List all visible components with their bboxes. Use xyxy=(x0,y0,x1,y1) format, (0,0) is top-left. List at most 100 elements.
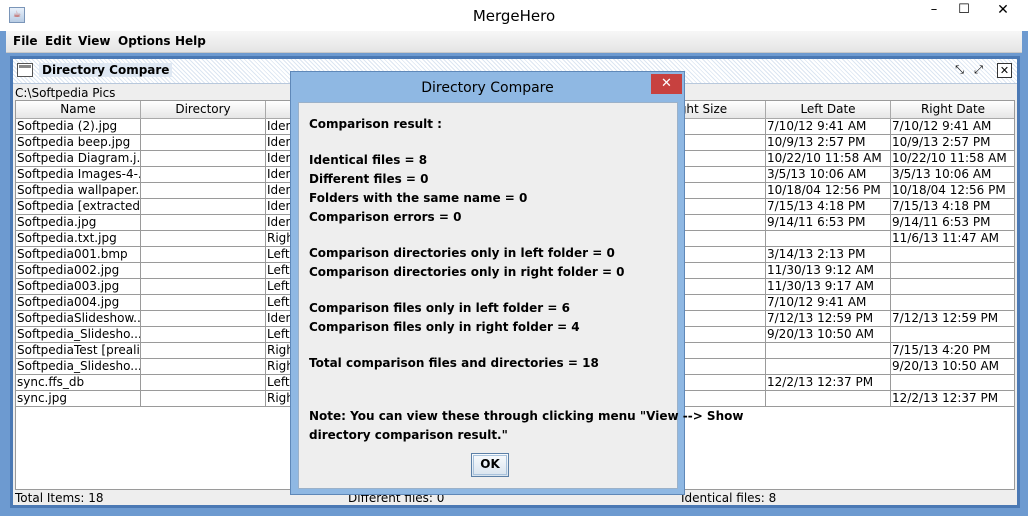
dialog-content: Comparison result : Identical files = 8 … xyxy=(298,102,743,489)
cell-right-date xyxy=(891,327,1014,343)
cell-directory xyxy=(141,295,266,311)
cell-name: Softpedia002.jpg xyxy=(16,263,141,279)
dialog-close-button[interactable]: ✕ xyxy=(651,74,682,94)
cell-name: Softpedia [extracted].... xyxy=(16,199,141,215)
cell-left-date: 11/30/13 9:17 AM xyxy=(766,279,891,295)
result-dirs-left: Comparison directories only in left fold… xyxy=(309,246,615,260)
result-dirs-right: Comparison directories only in right fol… xyxy=(309,265,625,279)
menu-edit[interactable]: Edit xyxy=(45,34,72,48)
cell-left-date: 3/14/13 2:13 PM xyxy=(766,247,891,263)
cell-name: sync.ffs_db xyxy=(16,375,141,391)
cell-directory xyxy=(141,263,266,279)
cell-right-date: 10/9/13 2:57 PM xyxy=(891,135,1014,151)
cell-left-date xyxy=(766,359,891,375)
cell-right-date: 3/5/13 10:06 AM xyxy=(891,167,1014,183)
cell-name: Softpedia (2).jpg xyxy=(16,119,141,135)
cell-name: Softpedia_Slidesho... xyxy=(16,359,141,375)
cell-name: sync.jpg xyxy=(16,391,141,407)
cell-left-date xyxy=(766,231,891,247)
col-header-right-date[interactable]: Right Date xyxy=(891,101,1014,119)
cell-left-date: 12/2/13 12:37 PM xyxy=(766,375,891,391)
cell-right-date: 9/20/13 10:50 AM xyxy=(891,359,1014,375)
col-header-left-date[interactable]: Left Date xyxy=(766,101,891,119)
cell-name: Softpedia003.jpg xyxy=(16,279,141,295)
result-heading: Comparison result : xyxy=(309,117,442,131)
ok-button[interactable]: OK xyxy=(471,453,509,477)
cell-right-date: 10/22/10 11:58 AM xyxy=(891,151,1014,167)
cell-left-date xyxy=(766,391,891,407)
cell-right-date xyxy=(891,263,1014,279)
result-files-left: Comparison files only in left folder = 6 xyxy=(309,301,570,315)
cell-left-date: 10/22/10 11:58 AM xyxy=(766,151,891,167)
frame-maximize-icon[interactable]: ⤢ xyxy=(971,63,986,78)
cell-name: Softpedia.txt.jpg xyxy=(16,231,141,247)
cell-right-date: 11/6/13 11:47 AM xyxy=(891,231,1014,247)
result-different: Different files = 0 xyxy=(309,172,429,186)
frame-window-icon xyxy=(17,63,33,77)
result-note-line1: Note: You can view these through clickin… xyxy=(309,409,744,423)
cell-right-date: 7/15/13 4:20 PM xyxy=(891,343,1014,359)
cell-directory xyxy=(141,215,266,231)
cell-directory xyxy=(141,119,266,135)
cell-right-date xyxy=(891,375,1014,391)
menu-options[interactable]: Options xyxy=(118,34,171,48)
result-files-right: Comparison files only in right folder = … xyxy=(309,320,580,334)
cell-directory xyxy=(141,199,266,215)
cell-name: Softpedia.jpg xyxy=(16,215,141,231)
frame-title: Directory Compare xyxy=(39,63,173,77)
maximize-button[interactable]: ☐ xyxy=(950,0,978,22)
cell-left-date: 7/10/12 9:41 AM xyxy=(766,295,891,311)
cell-right-date: 12/2/13 12:37 PM xyxy=(891,391,1014,407)
directory-compare-dialog: Directory Compare ✕ Comparison result : … xyxy=(290,71,743,495)
menu-view[interactable]: View xyxy=(78,34,110,48)
window-title: MergeHero xyxy=(472,7,556,25)
menu-bar: File Edit View Options Help xyxy=(6,31,1022,53)
cell-directory xyxy=(141,343,266,359)
frame-iconify-icon[interactable]: ⤡ xyxy=(952,63,967,78)
result-total: Total comparison files and directories =… xyxy=(309,356,599,370)
cell-directory xyxy=(141,279,266,295)
cell-name: Softpedia001.bmp xyxy=(16,247,141,263)
cell-right-date xyxy=(891,279,1014,295)
cell-name: Softpedia004.jpg xyxy=(16,295,141,311)
result-errors: Comparison errors = 0 xyxy=(309,210,462,224)
menu-help[interactable]: Help xyxy=(175,34,206,48)
cell-name: SoftpediaSlideshow.... xyxy=(16,311,141,327)
status-total-items: Total Items: 18 xyxy=(15,491,104,505)
cell-name: Softpedia beep.jpg xyxy=(16,135,141,151)
menu-file[interactable]: File xyxy=(13,34,38,48)
cell-name: Softpedia Images-4-... xyxy=(16,167,141,183)
cell-right-date xyxy=(891,247,1014,263)
cell-right-date xyxy=(891,295,1014,311)
cell-name: Softpedia wallpaper.... xyxy=(16,183,141,199)
cell-name: Softpedia_Slidesho... xyxy=(16,327,141,343)
frame-close-icon[interactable]: ✕ xyxy=(997,63,1012,78)
cell-directory xyxy=(141,327,266,343)
cell-directory xyxy=(141,247,266,263)
col-header-name[interactable]: Name xyxy=(16,101,141,119)
cell-left-date: 10/9/13 2:57 PM xyxy=(766,135,891,151)
cell-left-date: 7/15/13 4:18 PM xyxy=(766,199,891,215)
cell-left-date: 11/30/13 9:12 AM xyxy=(766,263,891,279)
result-note-line2: directory comparison result." xyxy=(309,428,508,442)
cell-directory xyxy=(141,311,266,327)
cell-right-date: 7/12/13 12:59 PM xyxy=(891,311,1014,327)
cell-directory xyxy=(141,375,266,391)
close-button[interactable]: ✕ xyxy=(980,0,1026,22)
cell-left-date: 10/18/04 12:56 PM xyxy=(766,183,891,199)
cell-right-date: 7/15/13 4:18 PM xyxy=(891,199,1014,215)
cell-name: SoftpediaTest [preali... xyxy=(16,343,141,359)
cell-right-date: 10/18/04 12:56 PM xyxy=(891,183,1014,199)
cell-left-date: 9/20/13 10:50 AM xyxy=(766,327,891,343)
cell-directory xyxy=(141,151,266,167)
cell-directory xyxy=(141,183,266,199)
minimize-button[interactable]: – xyxy=(920,0,948,22)
title-bar[interactable]: ☕ MergeHero – ☐ ✕ xyxy=(0,0,1028,31)
cell-directory xyxy=(141,167,266,183)
cell-left-date: 9/14/11 6:53 PM xyxy=(766,215,891,231)
cell-directory xyxy=(141,359,266,375)
cell-directory xyxy=(141,391,266,407)
col-header-directory[interactable]: Directory xyxy=(141,101,266,119)
result-same-folders: Folders with the same name = 0 xyxy=(309,191,528,205)
result-identical: Identical files = 8 xyxy=(309,153,428,167)
